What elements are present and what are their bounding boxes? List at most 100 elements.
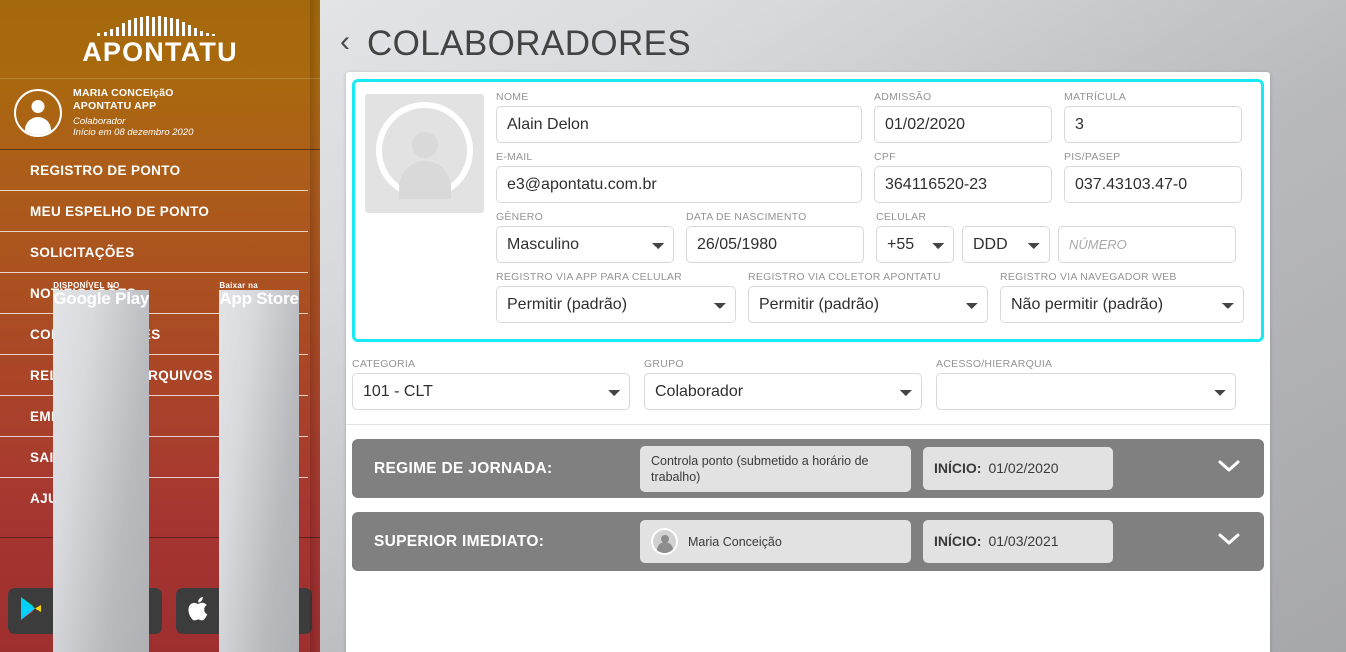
input-matricula[interactable]: [1064, 106, 1242, 143]
superior-chip[interactable]: Maria Conceição: [640, 520, 911, 563]
apple-icon: [187, 595, 211, 628]
superior-imediato-bar[interactable]: SUPERIOR IMEDIATO: Maria Conceição INÍCI…: [352, 512, 1264, 571]
app-store-main: App Store: [219, 289, 299, 652]
sidebar-item-meu-espelho-de-ponto[interactable]: MEU ESPELHO DE PONTO: [0, 191, 308, 232]
label-admissao: ADMISSÃO: [874, 91, 932, 103]
user-avatar-icon: [14, 89, 62, 137]
label-pis-pasep: PIS/PASEP: [1064, 151, 1121, 163]
label-data-nascimento: DATA DE NASCIMENTO: [686, 211, 807, 223]
google-play-sub: DISPONÍVEL NO: [53, 280, 120, 290]
page-header: ‹ COLABORADORES: [320, 0, 1346, 72]
select-celular-ddi[interactable]: +55: [876, 226, 954, 263]
label-acesso-hierarquia: ACESSO/HIERARQUIA: [936, 358, 1053, 370]
label-registro-web: REGISTRO VIA NAVEGADOR WEB: [1000, 271, 1177, 283]
input-nome[interactable]: [496, 106, 862, 143]
profile-name-line2: APONTATU APP: [73, 99, 157, 112]
profile-start-date: Início em 08 dezembro 2020: [73, 127, 194, 139]
superior-name: Maria Conceição: [688, 534, 782, 549]
label-categoria: CATEGORIA: [352, 358, 416, 370]
classification-row: CATEGORIA 101 - CLT GRUPO Colaborador AC…: [346, 342, 1270, 425]
field-row-2: E-MAIL CPF PIS/PASEP: [496, 151, 1251, 203]
label-grupo: GRUPO: [644, 358, 684, 370]
personal-fields: NOME ADMISSÃO MATRÍCULA: [496, 91, 1251, 323]
select-registro-app[interactable]: Permitir (padrão): [496, 286, 736, 323]
field-row-4: REGISTRO VIA APP PARA CELULAR Permitir (…: [496, 271, 1251, 323]
field-email: E-MAIL: [496, 151, 862, 203]
field-categoria: CATEGORIA 101 - CLT: [352, 358, 630, 410]
field-row-3: GÊNERO Masculino DATA DE NASCIMENTO CELU…: [496, 211, 1251, 263]
superior-inicio-chip[interactable]: INÍCIO: 01/03/2021: [923, 520, 1113, 563]
field-acesso-hierarquia: ACESSO/HIERARQUIA: [936, 358, 1236, 410]
regime-inicio-value: 01/02/2020: [988, 459, 1059, 476]
chevron-left-icon[interactable]: ‹: [340, 26, 350, 62]
label-registro-app: REGISTRO VIA APP PARA CELULAR: [496, 271, 683, 283]
field-nome: NOME: [496, 91, 862, 143]
superior-inicio-value: 01/03/2021: [988, 532, 1059, 549]
google-play-main: Google Play: [53, 289, 150, 652]
soundwave-logo-icon: [82, 16, 238, 38]
store-badges: DISPONÍVEL NO Google Play Baixar na App …: [0, 281, 320, 652]
app-root: APONTATU MARIA CONCEIçãO APONTATU APP Co…: [0, 0, 1346, 652]
sidebar-item-solicitacoes[interactable]: SOLICITAÇÕES: [0, 232, 308, 273]
photo-placeholder[interactable]: [365, 94, 484, 213]
regime-row: REGIME DE JORNADA: Controla ponto (subme…: [346, 425, 1270, 498]
field-row-1: NOME ADMISSÃO MATRÍCULA: [496, 91, 1251, 143]
field-celular: CELULAR +55 DDD: [876, 211, 1236, 263]
regime-chip[interactable]: Controla ponto (submetido a horário de t…: [640, 445, 911, 492]
profile-block[interactable]: MARIA CONCEIçãO APONTATU APP Colaborador…: [0, 79, 320, 150]
field-data-nascimento: DATA DE NASCIMENTO: [686, 211, 864, 263]
select-genero[interactable]: Masculino: [496, 226, 674, 263]
label-matricula: MATRÍCULA: [1064, 91, 1127, 103]
input-admissao[interactable]: [874, 106, 1052, 143]
regime-title: REGIME DE JORNADA:: [374, 459, 553, 477]
profile-name-line1: MARIA CONCEIçãO: [73, 87, 174, 100]
select-categoria[interactable]: 101 - CLT: [352, 373, 630, 410]
input-cpf[interactable]: [874, 166, 1052, 203]
page-title: COLABORADORES: [367, 24, 692, 63]
field-admissao: ADMISSÃO: [874, 91, 1052, 143]
regime-inicio-label: INÍCIO:: [934, 459, 982, 476]
regime-inicio-chip[interactable]: INÍCIO: 01/02/2020: [923, 447, 1113, 490]
field-registro-app: REGISTRO VIA APP PARA CELULAR Permitir (…: [496, 271, 736, 323]
label-registro-coletor: REGISTRO VIA COLETOR APONTATU: [748, 271, 941, 283]
profile-role: Colaborador: [73, 116, 126, 128]
personal-data-highlight-block: NOME ADMISSÃO MATRÍCULA: [352, 79, 1264, 342]
select-acesso-hierarquia[interactable]: [936, 373, 1236, 410]
chevron-down-icon[interactable]: [1216, 531, 1242, 552]
main-content: ‹ COLABORADORES NOME ADMISSÃO: [320, 0, 1346, 652]
select-registro-coletor[interactable]: Permitir (padrão): [748, 286, 988, 323]
regime-de-jornada-bar[interactable]: REGIME DE JORNADA: Controla ponto (subme…: [352, 439, 1264, 498]
superior-row: SUPERIOR IMEDIATO: Maria Conceição INÍCI…: [346, 498, 1270, 571]
input-data-nascimento[interactable]: [686, 226, 864, 263]
field-cpf: CPF: [874, 151, 1052, 203]
app-store-badge[interactable]: Baixar na App Store: [176, 281, 312, 652]
sidebar: APONTATU MARIA CONCEIçãO APONTATU APP Co…: [0, 0, 320, 652]
sidebar-item-registro-de-ponto[interactable]: REGISTRO DE PONTO: [0, 150, 308, 191]
field-grupo: GRUPO Colaborador: [644, 358, 922, 410]
label-nome: NOME: [496, 91, 529, 103]
brand-logo[interactable]: APONTATU: [0, 0, 320, 79]
chevron-down-icon[interactable]: [1216, 458, 1242, 479]
field-pis-pasep: PIS/PASEP: [1064, 151, 1242, 203]
field-matricula: MATRÍCULA: [1064, 91, 1242, 143]
select-grupo[interactable]: Colaborador: [644, 373, 922, 410]
label-celular: CELULAR: [876, 211, 927, 223]
field-registro-web: REGISTRO VIA NAVEGADOR WEB Não permitir …: [1000, 271, 1244, 323]
input-celular-numero[interactable]: [1058, 226, 1236, 263]
collaborator-card: NOME ADMISSÃO MATRÍCULA: [346, 72, 1270, 652]
input-pis-pasep[interactable]: [1064, 166, 1242, 203]
select-registro-web[interactable]: Não permitir (padrão): [1000, 286, 1244, 323]
label-genero: GÊNERO: [496, 211, 544, 223]
superior-title: SUPERIOR IMEDIATO:: [374, 532, 545, 550]
app-store-sub: Baixar na: [219, 280, 259, 290]
input-email[interactable]: [496, 166, 862, 203]
google-play-badge[interactable]: DISPONÍVEL NO Google Play: [8, 281, 163, 652]
label-email: E-MAIL: [496, 151, 533, 163]
superior-avatar-icon: [651, 528, 678, 555]
google-play-icon: [19, 595, 45, 628]
label-cpf: CPF: [874, 151, 896, 163]
field-genero: GÊNERO Masculino: [496, 211, 674, 263]
superior-inicio-label: INÍCIO:: [934, 532, 982, 549]
select-celular-ddd[interactable]: DDD: [962, 226, 1050, 263]
brand-name: APONTATU: [82, 37, 238, 67]
